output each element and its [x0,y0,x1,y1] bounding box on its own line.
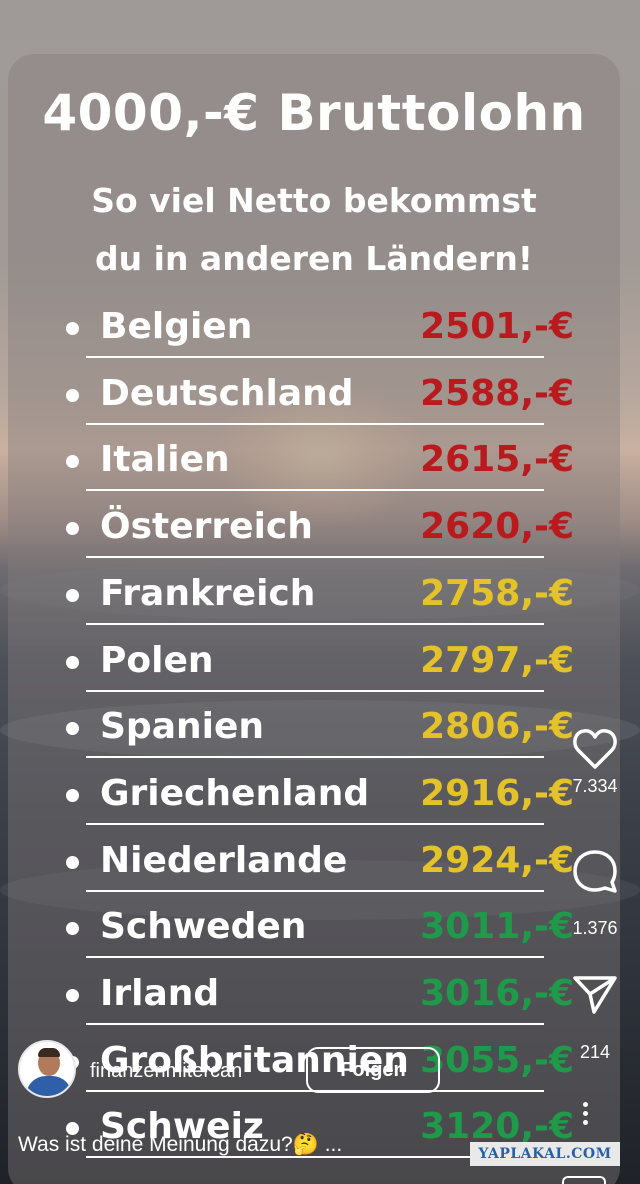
list-item: Deutschland 2588,-€ [0,367,640,434]
row-underline [86,489,544,492]
list-item: Österreich 2620,-€ [0,500,640,567]
bullet-icon [66,322,79,335]
share-button[interactable] [550,974,640,1016]
net-amount: 2615,-€ [420,439,574,481]
list-item: Italien 2615,-€ [0,433,640,500]
post-caption[interactable]: Was ist deine Meinung dazu?🤔 ... [18,1133,342,1157]
username[interactable]: finanzenmitercan [90,1060,242,1083]
country-name: Deutschland [100,372,354,414]
like-count: 7.334 [572,776,618,796]
row-underline [86,822,544,825]
post-subtitle: So viel Netto bekommst du in anderen Län… [8,172,620,288]
row-underline [86,956,544,959]
net-amount: 2501,-€ [420,306,574,347]
share-count: 214 [579,1042,611,1062]
partial-icon [562,1176,606,1184]
list-item: Irland 3016,-€ [0,967,640,1034]
row-underline [86,556,544,559]
subtitle-line-2: du in anderen Ländern! [95,239,533,278]
country-name: Polen [100,639,214,681]
list-item: Griechenland 2916,-€ [0,767,640,834]
bullet-icon [66,722,79,736]
more-vertical-icon[interactable] [582,1102,590,1129]
bullet-icon [66,588,79,602]
country-name: Schweden [100,906,307,948]
comment-count: 1.376 [572,918,618,938]
author-bar: finanzenmitercan Folgen [18,1040,458,1100]
country-name: Griechenland [100,772,370,814]
list-item: Spanien 2806,-€ [0,700,640,767]
list-item: Niederlande 2924,-€ [0,834,640,901]
row-underline [86,756,544,759]
like-button[interactable] [550,728,640,770]
country-name: Österreich [100,506,313,548]
row-underline [86,356,544,358]
net-amount: 2620,-€ [420,506,574,548]
watermark-logo: YAPLAKAL.COM [470,1142,620,1166]
country-name: Niederlande [100,839,348,881]
net-amount: 2588,-€ [420,372,574,414]
bullet-icon [66,855,79,869]
list-item: Schweden 3011,-€ [0,900,640,967]
subtitle-line-1: So viel Netto bekommst [91,181,537,220]
row-underline [86,1023,544,1025]
row-underline [86,889,544,892]
comment-bubble-icon [573,850,617,893]
country-name: Irland [100,973,220,1014]
country-name: Frankreich [100,572,316,614]
bullet-icon [66,388,79,402]
comment-button[interactable] [550,848,640,894]
net-amount: 2758,-€ [420,572,574,614]
row-underline [86,422,544,425]
row-underline [86,622,544,625]
net-amount: 2797,-€ [420,639,574,681]
list-item: Polen 2797,-€ [0,634,640,701]
bullet-icon [66,655,79,669]
avatar[interactable] [18,1040,76,1098]
post-title: 4000,-€ Bruttolohn [42,84,586,142]
country-name: Belgien [100,306,253,347]
bullet-icon [66,455,79,469]
country-name: Italien [100,439,230,481]
heart-icon [573,729,617,769]
bullet-icon [66,522,79,536]
list-item: Frankreich 2758,-€ [0,567,640,634]
bullet-icon [66,788,79,802]
paper-plane-icon [573,976,617,1014]
bullet-icon [66,922,79,936]
row-underline [86,689,544,692]
follow-button[interactable]: Folgen [306,1047,440,1093]
bullet-icon [66,989,79,1002]
country-name: Spanien [100,706,265,748]
list-item: Belgien 2501,-€ [0,300,640,367]
